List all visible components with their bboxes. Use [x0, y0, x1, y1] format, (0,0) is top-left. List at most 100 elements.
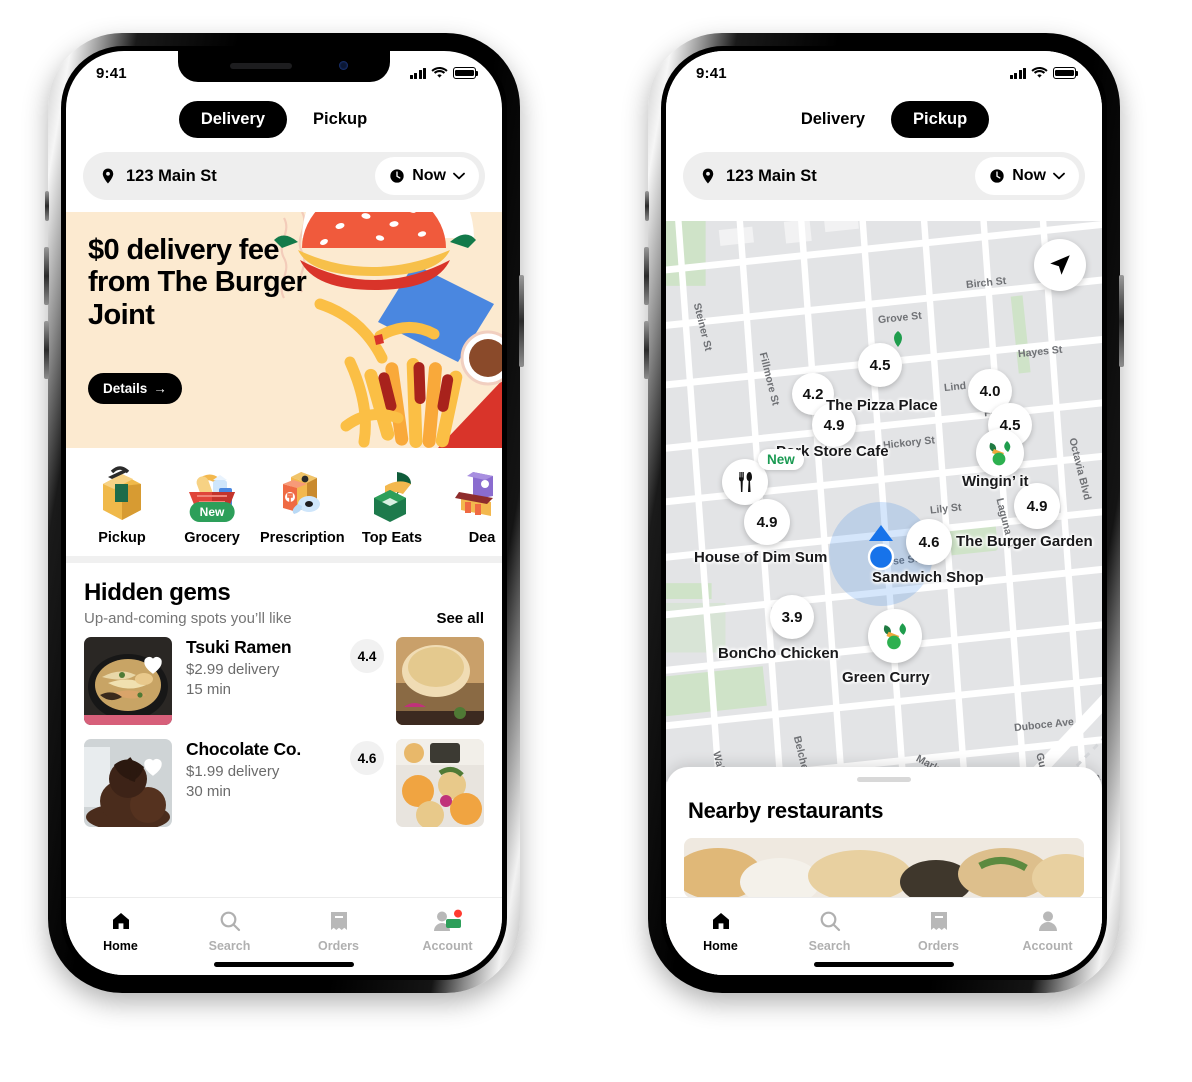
restaurant-card[interactable]: Chocolate Co. $1.99 delivery 30 min 4.6 [84, 739, 384, 827]
tab-pickup[interactable]: Pickup [291, 101, 389, 138]
tab-account[interactable]: Account [993, 908, 1102, 953]
map-marker-restaurant[interactable] [868, 609, 922, 663]
restaurant-card[interactable]: Tsuki Ramen $2.99 delivery 15 min 4.4 [84, 637, 384, 725]
cellular-bars-icon [1009, 67, 1026, 79]
phone-delivery-home: 9:41 Delivery Pickup 123 Main St Now $0 … [44, 33, 524, 993]
tab-label: Home [103, 939, 138, 953]
map-marker-rating[interactable]: 4.9 [744, 499, 790, 545]
location-pin-icon [102, 168, 114, 184]
cellular-bars-icon [409, 67, 426, 79]
locate-me-button[interactable] [1034, 239, 1086, 291]
tab-label: Account [422, 939, 473, 953]
section-divider [66, 556, 502, 563]
restaurant-photo-peek[interactable] [396, 739, 484, 827]
promo-banner[interactable]: $0 delivery fee from The Burger Joint De… [66, 212, 502, 448]
takeout-bag-icon [80, 462, 164, 524]
category-label: Grocery [184, 530, 240, 546]
tab-home[interactable]: Home [666, 908, 775, 953]
map-marker-label: House of Dim Sum [694, 549, 828, 566]
category-shortcuts: Pickup New Grocery Prescription Top Eats… [66, 448, 502, 556]
tab-label: Orders [918, 939, 959, 953]
tab-delivery[interactable]: Delivery [779, 101, 887, 138]
schedule-time-label: Now [412, 167, 446, 184]
map-marker-rating[interactable]: 4.6 [906, 519, 952, 565]
home-indicator[interactable] [214, 962, 354, 967]
address-value: 123 Main St [126, 166, 217, 185]
map-marker-label: Sandwich Shop [872, 569, 984, 586]
status-indicators [409, 67, 479, 79]
volume-up-button[interactable] [44, 247, 49, 305]
screenshot-stage: 9:41 Delivery Pickup 123 Main St Now $0 … [0, 0, 1192, 1082]
heart-icon[interactable] [140, 651, 166, 677]
address-bar[interactable]: 123 Main St Now [83, 152, 485, 200]
category-prescription[interactable]: Prescription [260, 462, 345, 546]
phone-bezel: 9:41 Delivery Pickup 123 Main St Now $0 … [61, 46, 507, 980]
category-label: Prescription [260, 530, 345, 546]
home-icon [666, 908, 775, 934]
double-leaf-icon [883, 623, 906, 650]
phone-pickup-map: Birch St Grove St Hayes St Lind Fell St … [644, 33, 1124, 993]
category-grocery[interactable]: New Grocery [170, 462, 254, 546]
cutlery-icon [739, 472, 752, 492]
category-deals[interactable]: Dea [440, 462, 502, 546]
restaurant-name: Tsuki Ramen [186, 637, 292, 657]
battery-icon [1053, 67, 1079, 79]
power-button[interactable] [1119, 275, 1124, 367]
notification-badge [453, 909, 462, 918]
tab-pickup[interactable]: Pickup [891, 101, 990, 138]
map-marker-label: Wingin’ it [962, 473, 1029, 490]
map-marker-rating[interactable]: 4.5 [858, 343, 902, 387]
volume-up-button[interactable] [644, 247, 649, 305]
hidden-gems-section: Hidden gems Up-and-coming spots you’ll l… [66, 563, 502, 827]
tab-search[interactable]: Search [175, 908, 284, 953]
schedule-time-chip[interactable]: Now [975, 157, 1079, 195]
clock-icon [990, 169, 1004, 183]
tab-label: Home [703, 939, 738, 953]
tab-account[interactable]: Account [393, 908, 502, 953]
map-marker-label: BonCho Chicken [718, 645, 839, 662]
volume-down-button[interactable] [644, 321, 649, 379]
restaurant-eta: 30 min [186, 783, 232, 800]
arrow-right-icon: → [153, 381, 167, 396]
chevron-down-icon [453, 172, 465, 180]
status-indicators [1009, 67, 1079, 79]
nearby-restaurants-sheet[interactable]: Nearby restaurants [666, 767, 1102, 897]
restaurant-photo-peek[interactable] [396, 637, 484, 725]
tab-orders[interactable]: Orders [884, 908, 993, 953]
schedule-time-chip[interactable]: Now [375, 157, 479, 195]
status-bar: 9:41 [666, 51, 1102, 95]
map-new-badge: New [758, 449, 804, 470]
silent-switch[interactable] [645, 191, 649, 221]
battery-icon [453, 67, 479, 79]
category-pickup[interactable]: Pickup [80, 462, 164, 546]
sheet-photo-strip[interactable] [684, 838, 1084, 897]
home-icon [66, 908, 175, 934]
power-button[interactable] [519, 275, 524, 367]
map-marker-rating[interactable]: 3.9 [770, 595, 814, 639]
search-icon [175, 908, 284, 934]
sheet-title: Nearby restaurants [688, 798, 884, 823]
wifi-icon [431, 67, 448, 78]
restaurant-delivery-fee: $1.99 delivery [186, 763, 280, 780]
restaurant-rating: 4.4 [350, 639, 384, 673]
category-top-eats[interactable]: Top Eats [350, 462, 434, 546]
tab-delivery[interactable]: Delivery [178, 101, 288, 138]
heart-icon[interactable] [140, 753, 166, 779]
map-marker-restaurant[interactable] [976, 429, 1024, 477]
tab-orders[interactable]: Orders [284, 908, 393, 953]
volume-down-button[interactable] [44, 321, 49, 379]
address-bar[interactable]: 123 Main St Now [683, 152, 1085, 200]
schedule-time-label: Now [1012, 167, 1046, 184]
silent-switch[interactable] [45, 191, 49, 221]
navigation-arrow-icon [1050, 255, 1070, 275]
tab-label: Search [808, 939, 851, 953]
tab-home[interactable]: Home [66, 908, 175, 953]
category-label: Top Eats [361, 530, 423, 546]
screen-delivery-home: 9:41 Delivery Pickup 123 Main St Now $0 … [66, 51, 502, 975]
home-indicator[interactable] [814, 962, 954, 967]
see-all-link[interactable]: See all [436, 610, 484, 627]
category-badge-new: New [189, 502, 235, 522]
promo-details-button[interactable]: Details → [88, 373, 182, 404]
phone-bezel: Birch St Grove St Hayes St Lind Fell St … [661, 46, 1107, 980]
tab-search[interactable]: Search [775, 908, 884, 953]
